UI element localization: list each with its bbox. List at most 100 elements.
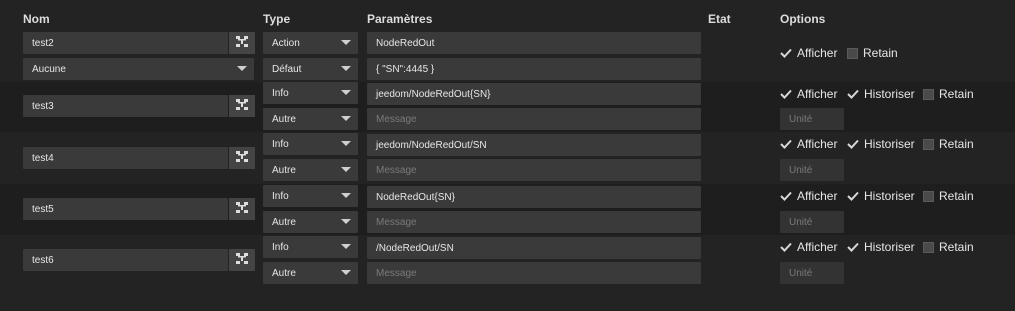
- header-options: Options: [780, 12, 826, 26]
- historiser-option[interactable]: Historiser: [847, 87, 915, 101]
- message-placeholder: Message: [376, 164, 417, 176]
- chevron-down-icon: [341, 90, 351, 95]
- retain-label: Retain: [939, 240, 974, 254]
- checkbox-checked[interactable]: [780, 89, 792, 100]
- unit-input[interactable]: Unité: [780, 108, 844, 130]
- chevron-down-icon: [341, 40, 351, 45]
- map-button[interactable]: [229, 95, 255, 117]
- checkbox-checked[interactable]: [847, 89, 859, 100]
- afficher-option[interactable]: Afficher: [780, 87, 837, 101]
- name-value: test5: [32, 203, 54, 215]
- retain-option[interactable]: Retain: [923, 87, 974, 101]
- checkbox-unchecked[interactable]: [923, 190, 934, 202]
- name-input[interactable]: test5: [23, 198, 228, 220]
- checkbox-unchecked[interactable]: [923, 138, 934, 150]
- message-placeholder: Message: [376, 267, 417, 279]
- name-input[interactable]: test2: [23, 32, 228, 54]
- message-input[interactable]: Message: [367, 159, 701, 181]
- command-row-test6: test6 Info Autre /NodeRedOut/SN Message …: [0, 235, 1015, 287]
- checkbox-checked[interactable]: [780, 139, 792, 150]
- map-button[interactable]: [229, 249, 255, 271]
- topic-value: NodeRedOut{SN}: [376, 191, 455, 203]
- type-select-label: Action: [272, 37, 300, 49]
- historiser-option[interactable]: Historiser: [847, 137, 915, 151]
- subtype-select[interactable]: Autre: [263, 159, 358, 181]
- subtype-select[interactable]: Autre: [263, 211, 358, 233]
- afficher-label: Afficher: [797, 46, 838, 60]
- subtype-select-label: Autre: [272, 267, 296, 279]
- topic-input[interactable]: jeedom/NodeRedOut{SN}: [367, 83, 701, 105]
- retain-option[interactable]: Retain: [923, 189, 974, 203]
- checkbox-checked[interactable]: [847, 242, 859, 253]
- retain-label: Retain: [863, 46, 898, 60]
- retain-label: Retain: [939, 137, 974, 151]
- checkbox-checked[interactable]: [780, 191, 792, 202]
- command-row-test2: test2 Aucune Action Défaut NodeRedOut { …: [0, 30, 1015, 82]
- message-input[interactable]: Message: [367, 108, 701, 130]
- name-input[interactable]: test3: [23, 95, 228, 117]
- name-value: test3: [32, 100, 54, 112]
- afficher-label: Afficher: [797, 240, 838, 254]
- afficher-option[interactable]: Afficher: [780, 137, 837, 151]
- unit-placeholder: Unité: [789, 267, 813, 279]
- map-button[interactable]: [229, 198, 255, 220]
- retain-label: Retain: [939, 189, 974, 203]
- sitemap-icon: [236, 97, 248, 115]
- checkbox-unchecked[interactable]: [923, 88, 934, 100]
- chevron-down-icon: [341, 219, 351, 224]
- topic-input[interactable]: NodeRedOut{SN}: [367, 186, 701, 208]
- chevron-down-icon: [237, 66, 247, 71]
- topic-input[interactable]: jeedom/NodeRedOut/SN: [367, 134, 701, 156]
- header-type: Type: [263, 12, 291, 26]
- type-select-label: Info: [272, 138, 289, 150]
- topic-input[interactable]: /NodeRedOut/SN: [367, 237, 701, 259]
- unit-placeholder: Unité: [789, 164, 813, 176]
- subtype-select-label: Autre: [272, 113, 296, 125]
- checkbox-checked[interactable]: [847, 139, 859, 150]
- unit-placeholder: Unité: [789, 216, 813, 228]
- unit-input[interactable]: Unité: [780, 262, 844, 284]
- type-select-label: Info: [272, 241, 289, 253]
- payload-input[interactable]: { "SN":4445 }: [367, 58, 701, 80]
- checkbox-unchecked[interactable]: [923, 241, 934, 253]
- name-input[interactable]: test6: [23, 249, 228, 271]
- afficher-option[interactable]: Afficher: [780, 46, 837, 60]
- retain-option[interactable]: Retain: [923, 240, 974, 254]
- message-placeholder: Message: [376, 216, 417, 228]
- subtype-select[interactable]: Autre: [263, 262, 358, 284]
- message-input[interactable]: Message: [367, 262, 701, 284]
- header-nom: Nom: [23, 12, 50, 26]
- historiser-label: Historiser: [864, 137, 915, 151]
- historiser-option[interactable]: Historiser: [847, 240, 915, 254]
- topic-value: /NodeRedOut/SN: [376, 242, 454, 254]
- subtype-select[interactable]: Autre: [263, 108, 358, 130]
- checkbox-checked[interactable]: [780, 48, 792, 59]
- type-select[interactable]: Action: [263, 32, 358, 54]
- subtype-select[interactable]: Défaut: [263, 58, 358, 80]
- map-button[interactable]: [229, 32, 255, 54]
- historiser-label: Historiser: [864, 189, 915, 203]
- checkbox-checked[interactable]: [847, 191, 859, 202]
- message-input[interactable]: Message: [367, 211, 701, 233]
- name-input[interactable]: test4: [23, 147, 228, 169]
- type-select[interactable]: Info: [263, 133, 358, 155]
- payload-value: { "SN":4445 }: [376, 63, 435, 75]
- historiser-option[interactable]: Historiser: [847, 189, 915, 203]
- checkbox-unchecked[interactable]: [847, 47, 858, 59]
- topic-input[interactable]: NodeRedOut: [367, 32, 701, 54]
- value-select[interactable]: Aucune: [23, 58, 254, 80]
- checkbox-checked[interactable]: [780, 242, 792, 253]
- value-select-label: Aucune: [32, 63, 66, 75]
- afficher-label: Afficher: [797, 137, 838, 151]
- unit-input[interactable]: Unité: [780, 211, 844, 233]
- chevron-down-icon: [341, 167, 351, 172]
- afficher-option[interactable]: Afficher: [780, 240, 837, 254]
- type-select[interactable]: Info: [263, 236, 358, 258]
- type-select[interactable]: Info: [263, 185, 358, 207]
- afficher-option[interactable]: Afficher: [780, 189, 837, 203]
- type-select[interactable]: Info: [263, 82, 358, 104]
- retain-option[interactable]: Retain: [923, 137, 974, 151]
- unit-input[interactable]: Unité: [780, 159, 844, 181]
- retain-option[interactable]: Retain: [847, 46, 898, 60]
- map-button[interactable]: [229, 147, 255, 169]
